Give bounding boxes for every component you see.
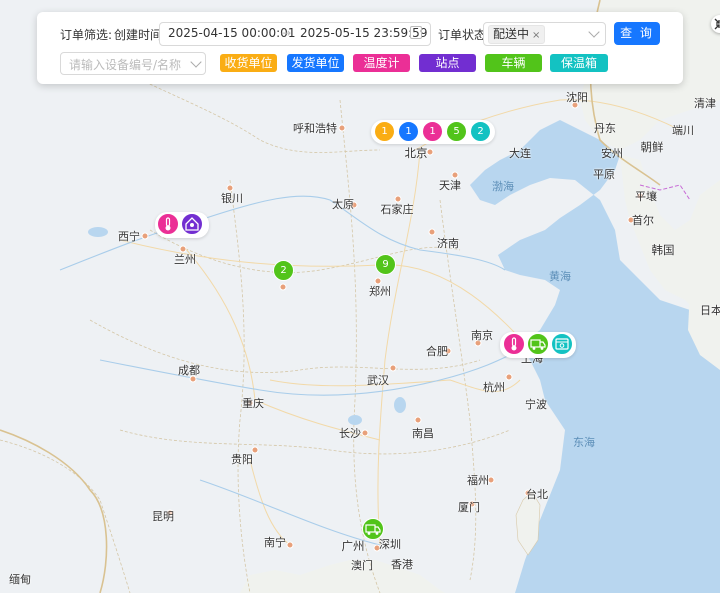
- city-label: 丹东: [594, 122, 616, 135]
- device-search-input[interactable]: 请输入设备编号/名称: [60, 52, 206, 75]
- city-label: 首尔: [632, 214, 654, 227]
- thermometer-marker-icon[interactable]: [157, 213, 179, 235]
- city-label: 兰州: [174, 253, 196, 266]
- city-label: 澳门: [351, 559, 373, 572]
- city-label: 呼和浩特: [293, 122, 337, 135]
- cluster-vehicle-marker[interactable]: 2: [273, 260, 294, 281]
- chevron-down-icon: [588, 26, 600, 38]
- status-tag-label: 配送中: [493, 27, 530, 41]
- cluster-shipper-marker[interactable]: 1: [398, 121, 419, 142]
- city-dot: [141, 232, 149, 240]
- city-label: 日本: [700, 304, 720, 317]
- city-dot: [505, 373, 513, 381]
- order-filter-panel: 订单筛选: 创建时间 2025-04-15 00:00:01 → 2025-05…: [37, 12, 720, 84]
- range-arrow-icon: →: [281, 26, 292, 40]
- city-label: 台北: [526, 488, 548, 501]
- city-dot: [279, 283, 287, 291]
- layer-receiver-button[interactable]: 收货单位: [220, 54, 277, 72]
- city-label: 沈阳: [566, 91, 588, 104]
- city-label: 清津: [694, 97, 716, 110]
- sea-label: 东海: [573, 436, 595, 449]
- city-label: 成都: [178, 364, 200, 377]
- sea-label: 渤海: [492, 180, 514, 193]
- city-label: 济南: [437, 237, 459, 250]
- city-dot: [414, 416, 422, 424]
- status-tag: 配送中 ×: [488, 25, 546, 44]
- city-label: 宁波: [525, 398, 547, 411]
- sea-label: 黄海: [549, 270, 571, 283]
- start-time-value[interactable]: 2025-04-15 00:00:01: [168, 26, 295, 40]
- city-label: 厦门: [458, 501, 480, 514]
- city-dot: [426, 148, 434, 156]
- city-label: 缅甸: [9, 573, 31, 586]
- city-dot: [338, 124, 346, 132]
- city-label: 太原: [332, 198, 354, 211]
- city-label: 重庆: [242, 397, 264, 410]
- tag-close-icon[interactable]: ×: [532, 30, 540, 41]
- order-status-label: 订单状态: [438, 28, 487, 42]
- cluster-receiver-marker[interactable]: 1: [374, 121, 395, 142]
- map-canvas[interactable]: 沈阳 呼和浩特 北京 天津 银川 太原 石家庄 西宁 兰州 济南 郑州 南京 合…: [0, 0, 720, 593]
- city-label: 郑州: [369, 285, 391, 298]
- created-time-range-picker[interactable]: 2025-04-15 00:00:01 → 2025-05-15 23:59:5…: [159, 22, 431, 46]
- city-label: 合肥: [426, 345, 448, 358]
- city-label: 韩国: [651, 243, 675, 257]
- layer-station-button[interactable]: 站点: [419, 54, 476, 72]
- query-button[interactable]: 查 询: [614, 22, 660, 45]
- layer-shipper-button[interactable]: 发货单位: [287, 54, 344, 72]
- vehicle-marker-icon[interactable]: [527, 333, 549, 355]
- layer-cooler-box-button[interactable]: 保温箱: [550, 54, 608, 72]
- layer-thermometer-button[interactable]: 温度计: [353, 54, 410, 72]
- cluster-cooler-box-marker[interactable]: 2: [470, 121, 491, 142]
- city-label: 南宁: [264, 536, 286, 549]
- collapse-panel-icon[interactable]: [711, 15, 720, 33]
- city-label: 天津: [439, 179, 461, 192]
- cluster-thermometer-marker[interactable]: 1: [422, 121, 443, 142]
- thermometer-marker-icon[interactable]: [503, 333, 525, 355]
- city-label: 福州: [467, 474, 489, 487]
- city-label: 武汉: [367, 374, 389, 387]
- chevron-down-icon: [190, 56, 202, 68]
- cooler-box-marker-icon[interactable]: [551, 333, 573, 355]
- cluster-vehicle-marker[interactable]: 9: [375, 254, 396, 275]
- filter-label: 订单筛选:: [60, 28, 113, 42]
- order-status-select[interactable]: 配送中 ×: [483, 22, 606, 46]
- device-search-placeholder: 请输入设备编号/名称: [69, 58, 182, 72]
- created-time-label: 创建时间: [114, 28, 163, 42]
- city-label: 长沙: [339, 427, 361, 440]
- city-dot: [428, 228, 436, 236]
- station-marker-icon[interactable]: [181, 213, 203, 235]
- city-label: 南昌: [412, 427, 434, 440]
- city-label: 香港: [391, 558, 413, 571]
- city-label: 杭州: [483, 381, 505, 394]
- calendar-icon: [410, 26, 422, 39]
- city-label: 大连: [509, 147, 531, 160]
- map-base: [0, 0, 720, 593]
- city-label: 石家庄: [380, 203, 414, 216]
- city-dot: [286, 541, 294, 549]
- end-time-value[interactable]: 2025-05-15 23:59:59: [300, 26, 427, 40]
- city-label: 贵阳: [231, 453, 253, 466]
- city-label: 昆明: [152, 510, 174, 523]
- cluster-vehicle-marker[interactable]: 5: [446, 121, 467, 142]
- city-dot: [389, 364, 397, 372]
- city-label: 平原: [593, 168, 615, 181]
- vehicle-marker-icon[interactable]: [362, 518, 384, 540]
- layer-vehicle-button[interactable]: 车辆: [485, 54, 542, 72]
- city-dot: [361, 429, 369, 437]
- city-label: 北京: [404, 146, 428, 160]
- city-label: 西宁: [118, 230, 140, 243]
- city-label: 银川: [221, 192, 243, 205]
- city-label: 端川: [672, 124, 694, 137]
- city-label: 安州: [601, 147, 623, 160]
- city-label: 朝鲜: [640, 140, 664, 154]
- city-label: 平壤: [635, 190, 657, 203]
- city-label: 南京: [471, 329, 493, 342]
- city-label: 广州: [341, 539, 365, 553]
